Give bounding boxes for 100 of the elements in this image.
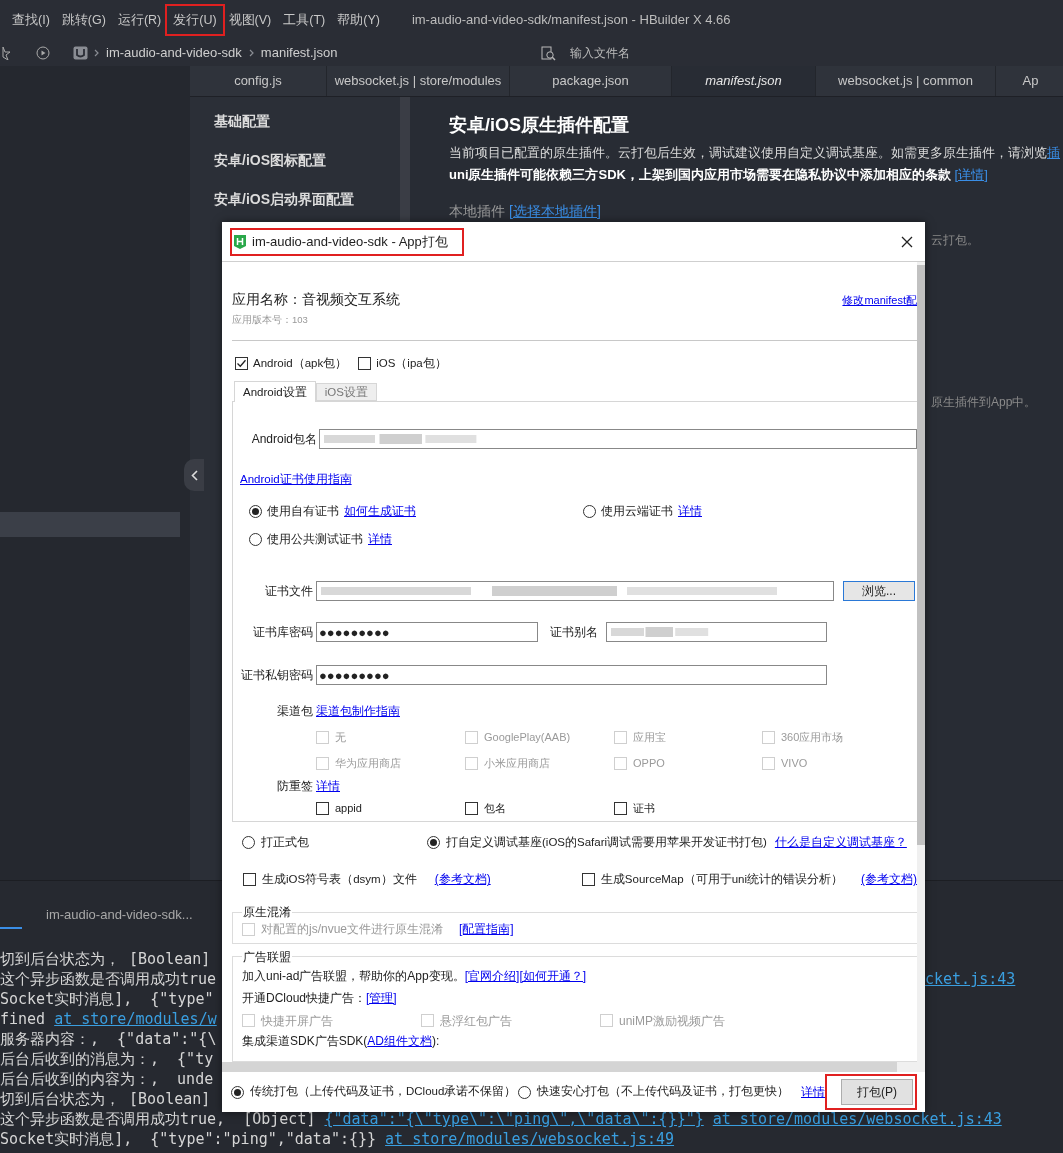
menu-item[interactable]: 跳转(G) [55,10,112,30]
selected-radio-button[interactable] [427,835,440,849]
link[interactable]: 详情 [368,530,392,549]
link[interactable]: [详情] [954,166,988,182]
menu-item[interactable]: 查找(I) [6,10,56,30]
editor-tab[interactable]: websocket.js | store/modules [327,66,510,96]
link[interactable]: [如何开通？] [519,966,587,985]
menu-item[interactable]: 帮助(Y) [331,10,386,30]
link[interactable]: AD组件文档 [367,1031,432,1050]
radio-button[interactable] [242,835,255,849]
breadcrumb-item[interactable]: im-audio-and-video-sdk [106,43,242,63]
link[interactable]: [管理] [366,988,397,1007]
checkbox[interactable] [581,872,595,886]
breadcrumb-item[interactable]: manifest.json [260,43,338,63]
description-text: 当前项目已配置的原生插件。云打包后生效，调试建议使用自定义调试基座。如需更多原生插件，请浏览插 [449,144,1061,162]
checkbox[interactable] [316,801,329,815]
scrollbar[interactable] [222,1062,925,1072]
checkbox-label: OPPO [633,756,665,772]
link[interactable]: [官网介绍] [464,966,520,985]
nav-item[interactable]: 安卓/iOS启动界面配置 [214,180,400,219]
search-field[interactable]: 输入文件名 [570,44,631,62]
console-text: 这个异步函数是否调用成功true, [Object] [0,1109,316,1130]
link[interactable]: at store/modules/websocket.js:43 [712,1108,1002,1131]
description-text: 加入uni-ad广告联盟，帮助你的App变现。 [242,967,465,985]
scrollbar[interactable] [917,262,925,1062]
menu-item[interactable]: 发行(U) [167,12,223,27]
link[interactable]: (参考文档) [434,870,491,889]
description-text: 集成渠道SDK广告SDK(AD组件文档): [242,1031,441,1050]
console-text: Socket实时消息], {"type":"ping","data":{}} [0,1129,377,1150]
link[interactable]: cket.js:43 [925,968,1063,991]
link[interactable]: 插 [1047,145,1060,160]
build-button[interactable]: 打包(P) [841,1079,913,1105]
radio-label: 打自定义调试基座(iOS的Safari调试需要用苹果开发证书打包) [446,834,767,850]
link[interactable]: 渠道包制作指南 [316,702,400,721]
input-field[interactable] [606,622,827,643]
field-label: 证书库密码 [252,624,313,642]
description-text: 开通DCloud快捷广告： [242,989,367,1007]
console-tab[interactable]: im-audio-and-video-sdk... [46,904,193,925]
password-field[interactable]: ●●●●●●●●● [316,622,538,643]
checkbox-label: iOS（ipa包） [376,355,447,371]
chevron-right-icon [94,49,99,57]
editor-tab[interactable]: Ap [996,66,1063,96]
group-title: 广告联盟 [242,948,292,966]
link[interactable]: 如何生成证书 [344,502,416,521]
link[interactable]: 详情 [678,502,702,521]
nav-item[interactable]: 基础配置 [214,102,400,141]
checkbox-label: Android（apk包） [253,355,348,371]
star-icon [0,46,10,60]
radio-button[interactable] [518,1085,532,1099]
checked-checkbox[interactable] [235,356,248,370]
menu-item[interactable]: 运行(R) [111,10,168,30]
link[interactable]: 详情 [801,1083,825,1101]
editor-tab[interactable]: websocket.js | common [816,66,996,96]
close-icon [901,235,913,248]
link[interactable]: 修改manifest配 [842,291,917,309]
radio-button[interactable] [583,504,596,518]
selected-radio-button[interactable] [249,504,262,518]
chevron-right-icon [248,49,254,57]
input-field[interactable] [319,429,917,450]
checkbox-label: 华为应用商店 [335,756,401,772]
selected-radio-button[interactable] [231,1085,244,1099]
link[interactable]: [选择本地插件] [509,201,601,222]
link[interactable]: at store/modules/w [54,1008,217,1031]
checkbox-label: 无 [335,730,346,746]
console-text: Socket实时消息], {"type" [0,989,214,1010]
checkbox-label: appid [335,801,362,817]
checkbox[interactable] [614,801,627,815]
settings-tab[interactable]: Android设置 [234,381,316,403]
collapse-button[interactable] [184,459,204,491]
console-text: 后台后收到的内容为：, unde [0,1069,214,1090]
section-heading: 安卓/iOS原生插件配置 [449,114,630,137]
section-label: 本地插件 [449,202,505,221]
field-label: 证书别名 [550,624,598,642]
editor-tab[interactable]: config.js [190,66,327,96]
link[interactable]: 详情 [316,777,340,796]
settings-tab[interactable]: iOS设置 [315,383,377,402]
checkbox-label: 生成SourceMap（可用于uni统计的错误分析） [600,871,843,887]
checkbox-label: 对配置的js/nvue文件进行原生混淆 [261,921,444,939]
browse-button[interactable]: 浏览... [843,581,915,602]
menu-item[interactable]: 工具(T) [277,10,332,30]
checkbox[interactable] [358,356,372,370]
checkbox[interactable] [243,872,256,886]
checkbox-label: 证书 [633,801,655,817]
checkbox-label: 快捷开屏广告 [261,1012,333,1030]
link[interactable]: 什么是自定义调试基座？ [774,833,907,852]
group-title: 原生混淆 [242,904,292,922]
password-field[interactable]: ●●●●●●●●● [316,665,827,686]
link[interactable]: {"data":"{\"type\":\"ping\",\"data\":{}}"} [324,1108,704,1131]
radio-button[interactable] [249,532,262,546]
link[interactable]: Android证书使用指南 [240,470,352,489]
menu-item[interactable]: 视图(V) [222,10,278,30]
checkbox-label: 生成iOS符号表（dsym）文件 [262,871,417,887]
link[interactable]: at store/modules/websocket.js:49 [385,1128,675,1151]
nav-item[interactable]: 安卓/iOS图标配置 [214,141,400,180]
checkbox[interactable] [465,801,478,815]
field-label: 证书私钥密码 [240,667,313,685]
link[interactable]: (参考文档) [861,870,917,889]
editor-tab[interactable]: package.json [510,66,672,96]
input-field[interactable] [316,581,834,602]
console-text: 切到后台状态为， [Boolean] [0,1089,211,1110]
